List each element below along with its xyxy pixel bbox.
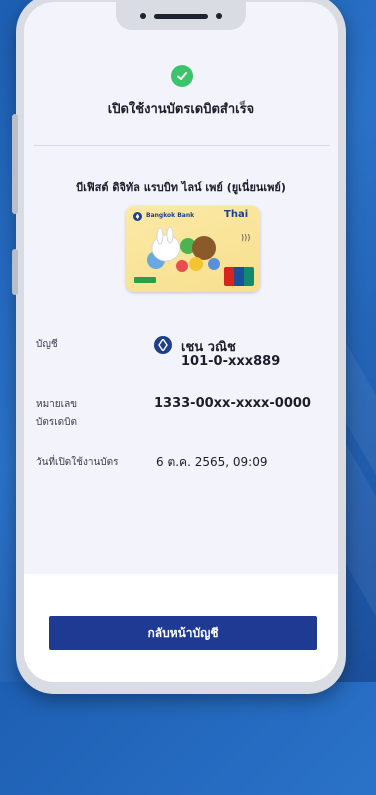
phone-side-button — [12, 249, 18, 295]
success-check-icon — [171, 65, 193, 87]
phone-side-button — [12, 114, 18, 214]
account-number: 101-0-xxx889 — [181, 354, 281, 369]
card-characters-illustration — [147, 226, 220, 272]
phone-frame: เปิดใช้งานบัตรเดบิตสำเร็จ บีเฟิสต์ ดิจิท… — [12, 0, 346, 694]
bank-account-icon — [154, 336, 172, 354]
bank-logo-text: Bangkok Bank — [146, 212, 195, 219]
app-screen: เปิดใช้งานบัตรเดบิตสำเร็จ บีเฟิสต์ ดิจิท… — [24, 2, 338, 682]
back-to-account-button[interactable]: กลับหน้าบัญชี — [49, 616, 317, 650]
card-number: 1333-00xx-xxxx-0000 — [154, 396, 311, 411]
card-number-label-line1: หมายเลข — [36, 399, 78, 410]
card-product-name: บีเฟิสต์ ดิจิทัล แรบบิท ไลน์ เพย์ (ยูเนี… — [76, 181, 286, 194]
card-number-label-line2: บัตรเดบิต — [36, 417, 77, 428]
partner-logo-text: Thai — [224, 209, 249, 220]
divider — [34, 145, 330, 146]
bangkok-bank-logo-icon — [133, 212, 142, 221]
debit-card-image: Bangkok Bank Thai ))) — [126, 206, 260, 292]
success-title: เปิดใช้งานบัตรเดบิตสำเร็จ — [107, 102, 255, 117]
activated-date: 6 ต.ค. 2565, 09:09 — [156, 455, 268, 469]
activated-date-label: วันที่เปิดใช้งานบัตร — [36, 457, 119, 468]
account-label: บัญชี — [36, 339, 58, 350]
card-badge — [134, 277, 156, 283]
unionpay-logo-icon — [224, 267, 254, 286]
phone-notch — [116, 2, 246, 30]
contactless-icon: ))) — [241, 233, 251, 242]
